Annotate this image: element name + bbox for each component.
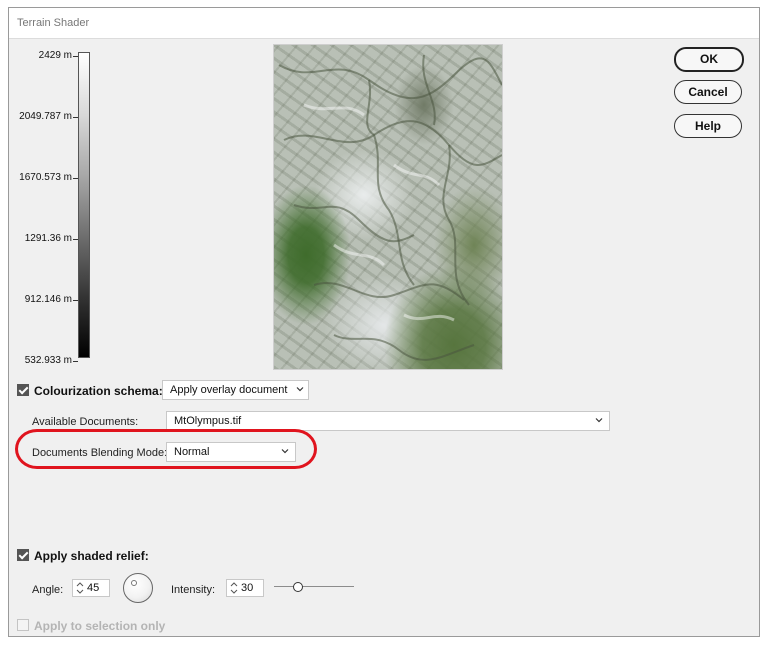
available-documents-select[interactable]: MtOlympus.tif [166,411,610,431]
intensity-label: Intensity: [171,584,216,596]
ok-button[interactable]: OK [674,47,744,72]
colourization-checkbox[interactable] [17,384,29,396]
terrain-ridges [278,54,502,361]
elevation-label: 1291.36 m [24,233,72,244]
title-bar[interactable]: Terrain Shader [9,8,759,39]
annotation-highlight-ellipse [15,429,317,469]
angle-stepper[interactable]: 45 [72,579,110,597]
available-documents-label: Available Documents: [32,416,139,428]
elevation-tick [73,56,78,57]
selection-only-label: Apply to selection only [34,619,166,633]
intensity-stepper[interactable]: 30 [226,579,264,597]
chevron-down-icon [296,387,304,392]
angle-dial[interactable] [123,573,153,603]
shaded-relief-checkbox[interactable] [17,549,29,561]
colourization-schema-value: Apply overlay document [170,384,288,396]
angle-label: Angle: [32,584,64,596]
elevation-tick [73,178,78,179]
terrain-preview-image [273,44,503,370]
available-documents-value: MtOlympus.tif [174,415,242,427]
elevation-label: 1670.573 m [19,172,72,183]
intensity-slider-track[interactable] [274,586,354,587]
elevation-tick [73,239,78,240]
intensity-slider-thumb[interactable] [293,582,303,592]
shaded-relief-label: Apply shaded relief: [34,549,149,563]
intensity-value: 30 [241,582,254,594]
elevation-label: 2429 m [38,50,72,61]
colourization-schema-select[interactable]: Apply overlay document [162,380,309,400]
elevation-label: 2049.787 m [19,111,72,122]
angle-value: 45 [87,582,100,594]
help-button[interactable]: Help [674,114,742,138]
elevation-label: 912.146 m [24,294,72,305]
elevation-label: 532.933 m [24,355,72,366]
colourization-label: Colourization schema: [34,384,163,398]
chevron-down-icon [595,418,603,423]
spin-arrows-icon[interactable] [229,581,239,595]
selection-only-checkbox [17,619,29,631]
elevation-tick [73,361,78,362]
elevation-gradient-bar [78,52,90,358]
cancel-button[interactable]: Cancel [674,80,742,104]
angle-dial-indicator [131,580,137,586]
elevation-tick [73,300,78,301]
spin-arrows-icon[interactable] [75,581,85,595]
window-title: Terrain Shader [17,17,90,29]
elevation-tick [73,117,78,118]
